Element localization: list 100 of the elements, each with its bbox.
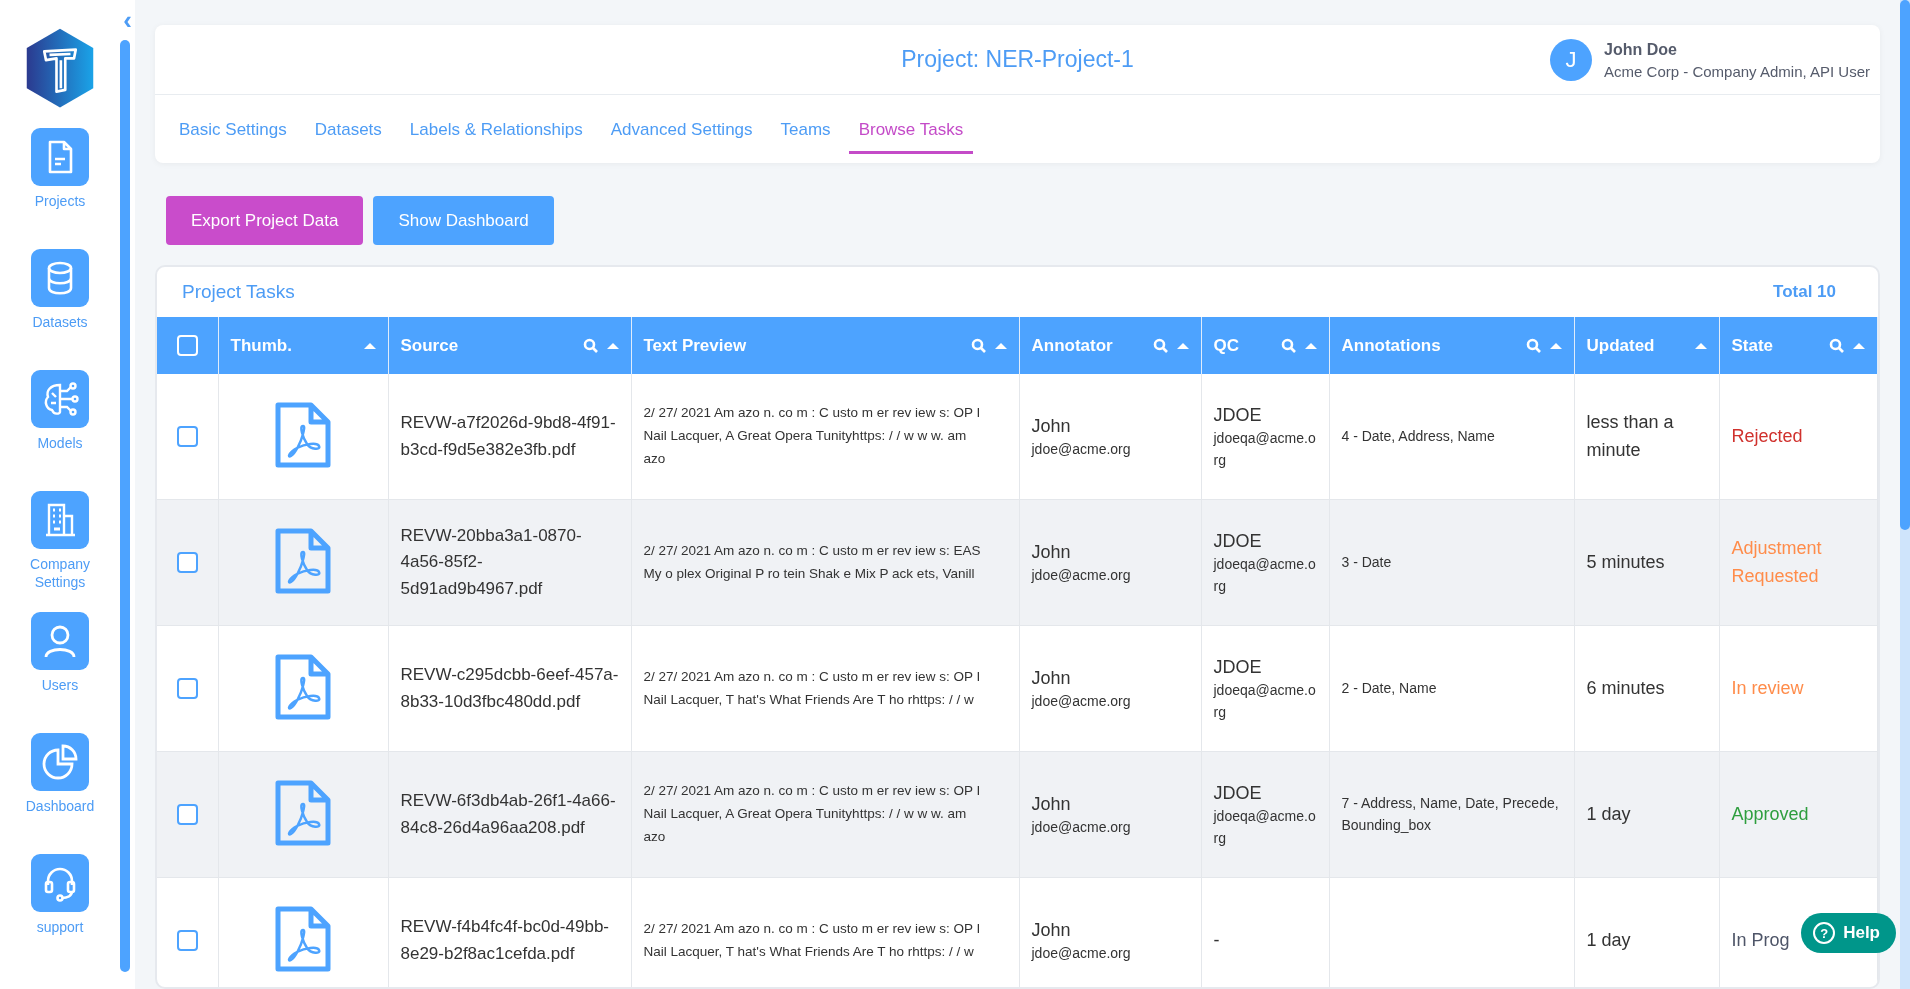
export-button[interactable]: Export Project Data	[166, 196, 364, 245]
annotator-name: John	[1031, 666, 1072, 690]
state-label: Approved	[1731, 803, 1809, 824]
table-title: Project Tasks	[182, 281, 295, 303]
sort-icon[interactable]	[994, 341, 1007, 350]
qc-name: JDOE	[1213, 403, 1263, 427]
column-header[interactable]: QC	[1201, 317, 1329, 374]
qc-name: JDOE	[1213, 529, 1263, 553]
table-cell: 6 minutes	[1574, 625, 1719, 752]
table-cell: 4 - Date, Address, Name	[1329, 374, 1574, 500]
column-header[interactable]: State	[1719, 317, 1878, 374]
total-count: Total 10	[1773, 282, 1836, 302]
qc-email: jdoeqa@acme.org	[1213, 554, 1317, 596]
annotator-email: jdoe@acme.org	[1031, 439, 1132, 459]
row-checkbox[interactable]	[176, 426, 198, 447]
search-icon[interactable]	[1829, 337, 1845, 354]
avatar[interactable]: J	[1550, 39, 1593, 81]
table-cell: REVW-6f3db4ab-26f1-4a66-84c8-26d4a96aa208.pdf	[388, 751, 631, 878]
sort-icon[interactable]	[1304, 341, 1317, 350]
user-role: Acme Corp - Company Admin, API User	[1604, 62, 1870, 80]
pdf-file-icon	[275, 527, 331, 594]
nav-item[interactable]: support	[10, 854, 110, 975]
table-cell: 1 day	[1574, 877, 1719, 987]
project-title: Project: NER-Project-1	[901, 46, 1134, 73]
column-header[interactable]: Text Preview	[631, 317, 1019, 374]
row-checkbox[interactable]	[176, 930, 198, 951]
pdf-file-icon	[275, 653, 331, 720]
annotator-email: jdoe@acme.org	[1031, 943, 1132, 963]
nav-item[interactable]: Dashboard	[10, 733, 110, 854]
scrollbar[interactable]	[1900, 0, 1910, 530]
search-icon[interactable]	[970, 337, 987, 354]
annotator-name: John	[1031, 540, 1072, 564]
table-cell: REVW-c295dcbb-6eef-457a-8b33-10d3fbc480dd.pdf	[388, 625, 631, 752]
table-cell: 2/ 27/ 2021 Am azo n. co m : C usto m er rev iew s: OP I Nail Lacquer, A Great Opera Tunityhttps: / / w w w. am azo	[631, 374, 1019, 500]
nav-item[interactable]: Projects	[10, 128, 110, 249]
table-cell: less than a minute	[1574, 374, 1719, 500]
tab[interactable]: Basic Settings	[169, 110, 297, 154]
tab[interactable]: Advanced Settings	[600, 110, 763, 154]
select-all-checkbox[interactable]	[176, 335, 198, 356]
help-button[interactable]: ? Help	[1801, 913, 1896, 953]
row-checkbox[interactable]	[176, 678, 198, 699]
column-header[interactable]: Source	[388, 317, 631, 374]
annotator-email: jdoe@acme.org	[1031, 691, 1132, 711]
qc-email: jdoeqa@acme.org	[1213, 680, 1317, 722]
nav-item[interactable]: Company Settings	[10, 491, 110, 612]
table-cell: 2 - Date, Name	[1329, 625, 1574, 752]
logo-icon	[25, 28, 95, 108]
qc-email: jdoeqa@acme.org	[1213, 806, 1317, 848]
pie-chart-icon	[40, 742, 80, 782]
column-header[interactable]: Annotator	[1019, 317, 1201, 374]
sort-icon[interactable]	[606, 341, 619, 350]
tab[interactable]: Labels & Relationships	[399, 110, 593, 154]
table-cell: 1 day	[1574, 751, 1719, 878]
table-cell: 3 - Date	[1329, 499, 1574, 626]
table-cell: REVW-a7f2026d-9bd8-4f91-b3cd-f9d5e382e3fb.pdf	[388, 374, 631, 500]
search-icon[interactable]	[1525, 337, 1542, 354]
tab[interactable]: Datasets	[304, 110, 392, 154]
column-header[interactable]: Updated	[1574, 317, 1719, 374]
table-cell: REVW-f4b4fc4f-bc0d-49bb-8e29-b2f8ac1cefda.pdf	[388, 877, 631, 987]
pdf-file-icon	[275, 905, 331, 972]
sort-icon[interactable]	[1176, 341, 1189, 350]
row-checkbox[interactable]	[176, 804, 198, 825]
search-icon[interactable]	[1280, 337, 1297, 354]
state-label: In review	[1731, 677, 1804, 698]
pdf-file-icon	[275, 401, 331, 468]
pdf-file-icon	[275, 779, 331, 846]
annotator-name: John	[1031, 918, 1072, 942]
qc-name: JDOE	[1213, 781, 1263, 805]
qc-name: -	[1213, 929, 1221, 953]
column-header[interactable]: Annotations	[1329, 317, 1574, 374]
annotator-email: jdoe@acme.org	[1031, 817, 1132, 837]
tab[interactable]: Teams	[770, 110, 841, 154]
state-label: In Prog	[1731, 929, 1790, 950]
sort-icon[interactable]	[1853, 341, 1865, 350]
table-cell: 2/ 27/ 2021 Am azo n. co m : C usto m er rev iew s: OP I Nail Lacquer, T hat's What Friends Are T ho rhttps: / / w	[631, 877, 1019, 987]
table-cell: 2/ 27/ 2021 Am azo n. co m : C usto m er rev iew s: EAS My o plex Original P ro tein Shak e Mix P ack ets, Vanill	[631, 499, 1019, 626]
qc-email: jdoeqa@acme.org	[1213, 428, 1317, 470]
state-label: Adjustment Requested	[1731, 537, 1822, 586]
annotator-name: John	[1031, 414, 1072, 438]
sort-icon[interactable]	[1549, 341, 1562, 350]
table-cell: 2/ 27/ 2021 Am azo n. co m : C usto m er rev iew s: OP I Nail Lacquer, T hat's What Friends Are T ho rhttps: / / w	[631, 625, 1019, 752]
table-cell: 5 minutes	[1574, 499, 1719, 626]
qc-name: JDOE	[1213, 655, 1263, 679]
search-icon[interactable]	[1152, 337, 1169, 354]
sort-icon[interactable]	[363, 341, 376, 350]
annotator-email: jdoe@acme.org	[1031, 565, 1132, 585]
column-header[interactable]: Thumb.	[218, 317, 388, 374]
nav-item[interactable]: Users	[10, 612, 110, 733]
tab[interactable]: Browse Tasks	[848, 110, 974, 154]
nav-item[interactable]: Datasets	[10, 249, 110, 370]
sort-icon[interactable]	[1694, 341, 1707, 350]
table-cell: REVW-20bba3a1-0870-4a56-85f2-5d91ad9b4967.pdf	[388, 499, 631, 626]
dashboard-button[interactable]: Show Dashboard	[373, 196, 554, 245]
table-cell: 7 - Address, Name, Date, Precede, Bounding_box	[1329, 751, 1574, 878]
row-checkbox[interactable]	[176, 552, 198, 573]
nav-item[interactable]: Models	[10, 370, 110, 491]
scrollbar[interactable]	[120, 40, 130, 972]
search-icon[interactable]	[582, 337, 599, 354]
user-name: John Doe	[1604, 40, 1678, 59]
annotator-name: John	[1031, 792, 1072, 816]
